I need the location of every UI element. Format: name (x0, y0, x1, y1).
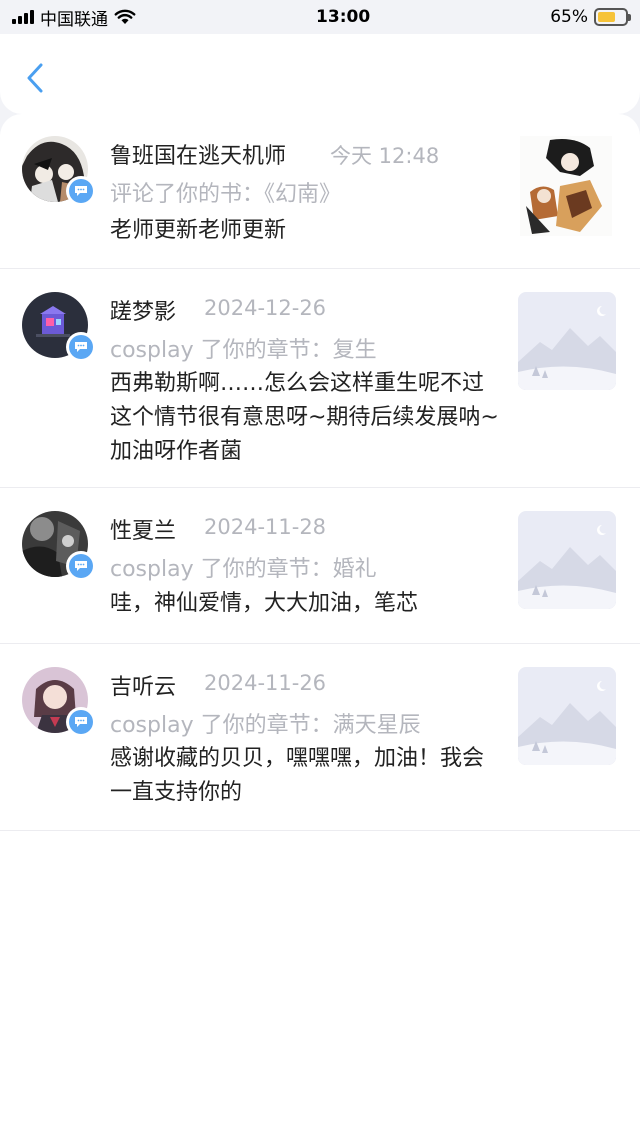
carrier-label: 中国联通 (40, 9, 108, 30)
user-name[interactable]: 吉听云 (110, 669, 176, 701)
comment-text: 西弗勒斯啊……怎么会这样重生呢不过这个情节很有意思呀~期待后续发展呐~加油呀作者… (110, 371, 499, 464)
user-name[interactable]: 蹉梦影 (110, 294, 176, 326)
comment-badge (66, 551, 96, 581)
timestamp: 2024-11-26 (204, 671, 327, 695)
timestamp: 2024-12-26 (204, 296, 327, 320)
avatar[interactable] (22, 667, 96, 737)
avatar[interactable] (22, 136, 96, 206)
user-name[interactable]: 性夏兰 (110, 513, 176, 545)
action-text: cosplay 了你的章节：婚礼 (110, 557, 377, 582)
chat-bubble-icon (75, 717, 87, 727)
avatar[interactable] (22, 511, 96, 581)
comment-text: 哇，神仙爱情，大大加油，笔芯 (110, 591, 419, 616)
chat-bubble-icon (75, 186, 87, 196)
wifi-icon (114, 9, 136, 24)
nav-header (0, 34, 640, 114)
comment-text: 感谢收藏的贝贝，嘿嘿嘿，加油！我会一直支持你的 (110, 746, 485, 805)
list-item[interactable]: 性夏兰 2024-11-28 cosplay 了你的章节：婚礼 哇，神仙爱情，大… (0, 488, 640, 644)
timestamp: 2024-11-28 (204, 515, 327, 539)
user-name[interactable]: 鲁班国在逃天机师 (110, 138, 286, 170)
chat-bubble-icon (75, 561, 87, 571)
comment-text: 老师更新老师更新 (110, 218, 287, 243)
back-button[interactable] (20, 60, 50, 96)
list-item[interactable]: 鲁班国在逃天机师 今天 12:48 评论了你的书：《幻南》 老师更新老师更新 (0, 114, 640, 269)
mountain-placeholder-icon[interactable] (518, 511, 616, 609)
signal-icon (12, 10, 34, 24)
action-text: cosplay 了你的章节：复生 (110, 338, 377, 363)
comment-badge (66, 332, 96, 362)
action-text: 评论了你的书：《幻南》 (110, 182, 342, 207)
chevron-left-icon (27, 63, 43, 93)
status-bar: 中国联通 13:00 65% (0, 0, 640, 34)
chat-bubble-icon (75, 342, 87, 352)
action-text: cosplay 了你的章节：满天星辰 (110, 713, 421, 738)
timestamp: 今天 12:48 (330, 144, 440, 168)
list-item[interactable]: 蹉梦影 2024-12-26 cosplay 了你的章节：复生 西弗勒斯啊……怎… (0, 269, 640, 488)
avatar[interactable] (22, 292, 96, 362)
clock: 13:00 (316, 7, 371, 27)
comment-badge (66, 707, 96, 737)
mountain-placeholder-icon[interactable] (518, 667, 616, 765)
list-item[interactable]: 吉听云 2024-11-26 cosplay 了你的章节：满天星辰 感谢收藏的贝… (0, 644, 640, 831)
battery-percent: 65% (550, 7, 588, 27)
comment-badge (66, 176, 96, 206)
book-cover-icon[interactable] (520, 136, 612, 236)
mountain-placeholder-icon[interactable] (518, 292, 616, 390)
notification-list: 鲁班国在逃天机师 今天 12:48 评论了你的书：《幻南》 老师更新老师更新 蹉… (0, 114, 640, 1138)
battery-icon (593, 8, 631, 26)
